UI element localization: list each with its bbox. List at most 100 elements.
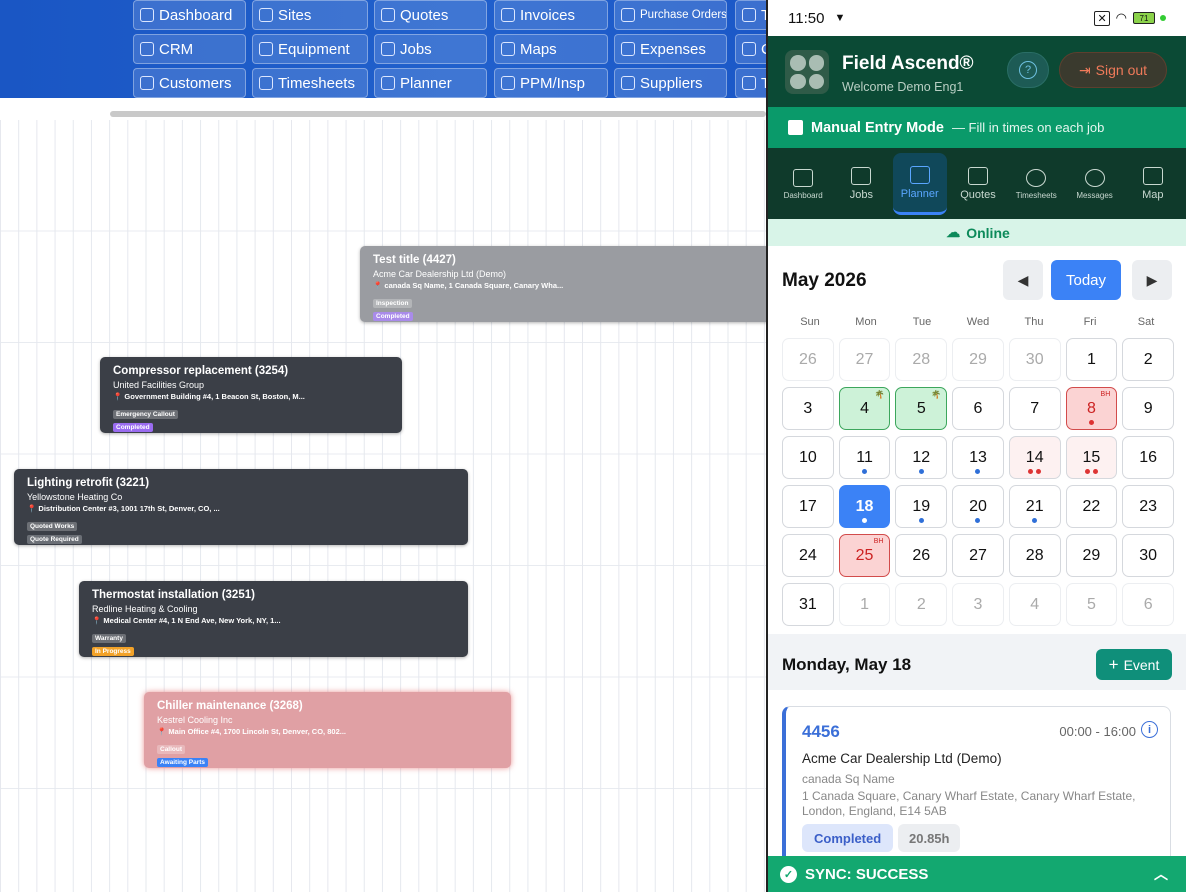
tab-quotes[interactable]: Quotes: [951, 153, 1005, 215]
nav-c-button[interactable]: C: [735, 34, 766, 64]
calendar-day[interactable]: 2: [895, 583, 948, 626]
nav-label: Jobs: [400, 40, 432, 58]
prev-month-button[interactable]: ◀: [1003, 260, 1043, 300]
nav-jobs-button[interactable]: Jobs: [374, 34, 487, 64]
calendar-day[interactable]: 3: [952, 583, 1004, 626]
job-type-tag: Quoted Works: [27, 522, 78, 531]
nav-t-button[interactable]: T: [735, 68, 766, 98]
today-button[interactable]: Today: [1051, 260, 1121, 300]
planner-job-card[interactable]: Chiller maintenance (3268) Kestrel Coolin…: [144, 692, 511, 768]
horizontal-scrollbar[interactable]: [110, 111, 766, 117]
nav-timesheets-button[interactable]: Timesheets: [252, 68, 368, 98]
calendar-day[interactable]: 24: [782, 534, 834, 577]
calendar-day[interactable]: 19: [895, 485, 948, 528]
calendar-day[interactable]: 1: [838, 583, 891, 626]
calendar-day[interactable]: 29: [952, 338, 1004, 381]
calendar-day[interactable]: 27: [952, 534, 1004, 577]
calendar-day[interactable]: 31: [782, 583, 834, 626]
calendar-day[interactable]: 30: [1008, 338, 1061, 381]
calendar-day[interactable]: 6: [1122, 583, 1174, 626]
tab-label: Dashboard: [783, 190, 823, 200]
nav-dashboard-button[interactable]: Dashboard: [133, 0, 246, 30]
add-event-button[interactable]: + Event: [1096, 649, 1172, 680]
planner-job-card[interactable]: Thermostat installation (3251) Redline He…: [79, 581, 468, 657]
calendar-day[interactable]: 9: [1122, 387, 1174, 430]
chevron-up-icon[interactable]: ︿: [1154, 864, 1168, 884]
calendar-day[interactable]: 6: [952, 387, 1004, 430]
calendar-day[interactable]: 27: [838, 338, 891, 381]
day-number: 2: [916, 595, 926, 613]
calendar-day[interactable]: 7: [1008, 387, 1061, 430]
calendar-day[interactable]: 21: [1008, 485, 1061, 528]
nav-maps-button[interactable]: Maps: [494, 34, 608, 64]
nav-icon: [259, 42, 273, 56]
calendar-day[interactable]: 17: [782, 485, 834, 528]
event-dot: [1084, 469, 1090, 474]
logout-icon: ⇥: [1078, 61, 1091, 78]
calendar-day[interactable]: 4: [1008, 583, 1061, 626]
sign-out-label: Sign out: [1095, 62, 1148, 78]
calendar-day[interactable]: 16: [1122, 436, 1174, 479]
calendar-day[interactable]: 11: [838, 436, 891, 479]
calendar-day[interactable]: 3: [782, 387, 834, 430]
nav-t-button[interactable]: T: [735, 0, 766, 30]
calendar-day[interactable]: 30: [1122, 534, 1174, 577]
tab-map[interactable]: Map: [1126, 153, 1180, 215]
calendar-day[interactable]: 4 🌴: [838, 387, 891, 430]
tab-jobs[interactable]: Jobs: [834, 153, 888, 215]
calendar-day[interactable]: 23: [1122, 485, 1174, 528]
calendar-day[interactable]: 25 BH: [838, 534, 891, 577]
nav-expenses-button[interactable]: Expenses: [614, 34, 727, 64]
online-label: Online: [966, 224, 1010, 241]
sync-status-bar[interactable]: ✓ SYNC: SUCCESS ︿: [768, 856, 1186, 892]
calendar-day[interactable]: 18: [838, 485, 891, 528]
day-number: 2: [1143, 350, 1153, 368]
tab-label: Map: [1142, 189, 1164, 201]
event-dots: [953, 469, 1003, 474]
calendar-day[interactable]: 20: [952, 485, 1004, 528]
info-icon[interactable]: i: [1141, 721, 1158, 738]
tab-timesheets[interactable]: Timesheets: [1009, 153, 1063, 215]
calendar-day[interactable]: 26: [782, 338, 834, 381]
calendar-day[interactable]: 2: [1122, 338, 1174, 381]
tab-dashboard[interactable]: Dashboard: [776, 153, 830, 215]
calendar-day[interactable]: 28: [895, 338, 948, 381]
nav-suppliers-button[interactable]: Suppliers: [614, 68, 727, 98]
nav-crm-button[interactable]: CRM: [133, 34, 246, 64]
nav-sites-button[interactable]: Sites: [252, 0, 368, 30]
calendar-day[interactable]: 29: [1065, 534, 1118, 577]
job-address: 📍 Main Office #4, 1700 Lincoln St, Denve…: [157, 727, 346, 736]
nav-purchase-orders-button[interactable]: Purchase Orders: [614, 0, 727, 30]
calendar-day[interactable]: 8 BH: [1065, 387, 1118, 430]
job-card[interactable]: 4456 00:00 - 16:00 i Acme Car Dealership…: [782, 706, 1171, 866]
day-number: 4: [1030, 595, 1040, 613]
nav-quotes-button[interactable]: Quotes: [374, 0, 487, 30]
sign-out-button[interactable]: ⇥ Sign out: [1059, 52, 1167, 88]
calendar-day[interactable]: 5: [1065, 583, 1118, 626]
calendar-day[interactable]: 28: [1008, 534, 1061, 577]
calendar-day[interactable]: 26: [895, 534, 948, 577]
calendar-day[interactable]: 14: [1008, 436, 1061, 479]
help-button[interactable]: ?: [1007, 52, 1049, 88]
nav-invoices-button[interactable]: Invoices: [494, 0, 608, 30]
planner-job-card[interactable]: Test title (4427) Acme Car Dealership Ltd…: [360, 246, 766, 322]
calendar-day[interactable]: 15: [1065, 436, 1118, 479]
day-number: 29: [1082, 546, 1101, 564]
tab-messages[interactable]: Messages: [1068, 153, 1122, 215]
calendar-day[interactable]: 10: [782, 436, 834, 479]
calendar-day[interactable]: 5 🌴: [895, 387, 948, 430]
next-month-button[interactable]: ▶: [1132, 260, 1172, 300]
calendar-day[interactable]: 13: [952, 436, 1004, 479]
nav-equipment-button[interactable]: Equipment: [252, 34, 368, 64]
planner-job-card[interactable]: Lighting retrofit (3221) Yellowstone Heat…: [14, 469, 468, 545]
nav-ppm-insp-button[interactable]: PPM/Insp: [494, 68, 608, 98]
planner-job-card[interactable]: Compressor replacement (3254) United Faci…: [100, 357, 402, 433]
calendar-day[interactable]: 22: [1065, 485, 1118, 528]
tab-planner[interactable]: Planner: [892, 153, 947, 215]
nav-planner-button[interactable]: Planner: [374, 68, 487, 98]
job-number[interactable]: 4456: [802, 722, 840, 742]
day-number: 29: [969, 350, 987, 368]
nav-customers-button[interactable]: Customers: [133, 68, 246, 98]
calendar-day[interactable]: 1: [1065, 338, 1118, 381]
calendar-day[interactable]: 12: [895, 436, 948, 479]
